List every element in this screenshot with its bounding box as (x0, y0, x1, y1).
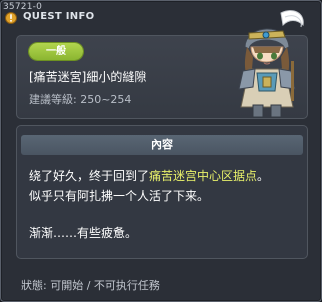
quest-status: 狀態: 可開始 / 不可执行任務 (21, 279, 160, 292)
exclamation-icon (5, 12, 17, 24)
content-line-1: 绕了好久，终于回到了痛苦迷宫中心区据点。 (29, 167, 269, 184)
category-badge: 一般 (29, 43, 83, 60)
window-title: QUEST INFO (23, 11, 95, 22)
content-line-1-prefix: 绕了好久，终于回到了 (29, 169, 150, 183)
quest-info-window: 35721-0 QUEST INFO 一般 [痛苦迷宮]細小的縫隙 建議等級: … (0, 0, 322, 302)
content-header: 內容 (21, 135, 303, 155)
content-line-2: 似乎只有阿扎拂一个人活了下来。 (29, 189, 210, 203)
content-line-1-suffix: 。 (257, 169, 270, 183)
content-line-3: 渐渐……有些疲惫。 (29, 226, 138, 240)
quest-name: [痛苦迷宮]細小的縫隙 (29, 70, 147, 84)
location-highlight: 痛苦迷宫中心区据点 (149, 169, 258, 183)
quest-level: 建議等級: 250~254 (29, 93, 132, 106)
npc-portrait (238, 10, 304, 118)
